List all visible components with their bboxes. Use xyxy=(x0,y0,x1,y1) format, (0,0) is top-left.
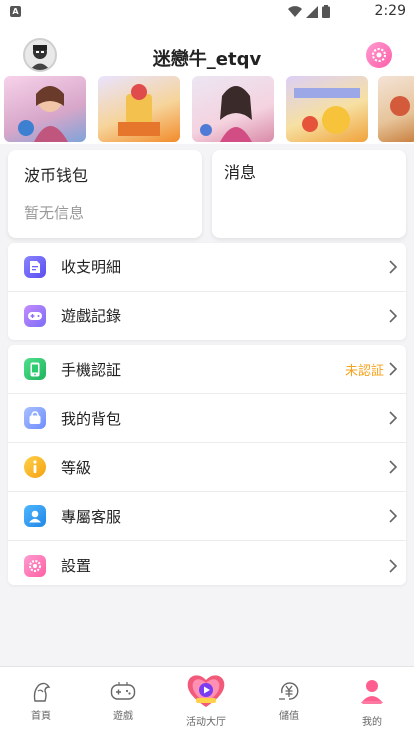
chevron-right-icon xyxy=(389,509,398,523)
username: 迷戀牛_etqv xyxy=(152,49,262,70)
menu-label: 我的背包 xyxy=(61,409,122,428)
messages-title: 消息 xyxy=(224,163,257,182)
status-icons xyxy=(288,5,330,18)
chevron-right-icon xyxy=(389,558,398,573)
profile-icon xyxy=(361,680,383,704)
banner-item[interactable] xyxy=(98,76,180,142)
wallet-subtitle: 暂无信息 xyxy=(24,204,85,222)
menu-label: 手機認証 xyxy=(61,360,122,379)
banner-item[interactable] xyxy=(378,76,414,142)
menu-item-settings[interactable]: 設置 xyxy=(8,541,406,590)
settings-icon xyxy=(24,554,46,577)
status-bar: A 2:29 xyxy=(0,0,414,24)
nav-deposit[interactable]: 儲值 xyxy=(248,667,330,736)
nav-activity-hall[interactable]: 活动大厅 xyxy=(165,667,247,736)
gamepad-icon xyxy=(24,304,46,327)
notification-icon: A xyxy=(10,6,21,17)
info-icon xyxy=(24,456,46,478)
bottom-nav: 首頁 遊戲 活动大厅 儲值 我的 xyxy=(0,666,414,736)
deposit-icon xyxy=(279,682,299,700)
chevron-right-icon xyxy=(389,260,398,274)
menu-label: 設置 xyxy=(61,557,92,575)
menu-item-backpack[interactable]: 我的背包 xyxy=(8,394,406,443)
signal-icon xyxy=(306,5,318,18)
nav-label: 我的 xyxy=(362,717,382,728)
menu-item-level[interactable]: 等級 xyxy=(8,443,406,492)
nav-label: 活动大厅 xyxy=(186,717,226,728)
nav-home[interactable]: 首頁 xyxy=(0,667,82,736)
nav-label: 儲值 xyxy=(279,711,299,722)
nav-label: 遊戲 xyxy=(113,711,133,722)
home-icon xyxy=(33,682,51,702)
menu-label: 專屬客服 xyxy=(61,507,122,526)
menu-label: 收支明細 xyxy=(61,258,122,277)
banner-item[interactable] xyxy=(4,76,86,142)
settings-button[interactable] xyxy=(366,42,392,68)
game-banner-strip[interactable] xyxy=(0,74,414,144)
menu-group-account: 手機認証 未認証 我的背包 等級 專屬客服 設置 xyxy=(8,345,406,585)
user-icon xyxy=(24,505,46,527)
menu-label: 遊戲記錄 xyxy=(61,307,122,326)
messages-card[interactable]: 消息 xyxy=(212,150,406,238)
menu-item-game-records[interactable]: 遊戲記錄 xyxy=(8,292,406,341)
menu-group-records: 收支明細 遊戲記錄 xyxy=(8,243,406,340)
banner-item[interactable] xyxy=(286,76,368,142)
wallet-title: 波币钱包 xyxy=(24,166,89,185)
receipt-icon xyxy=(24,255,46,278)
chevron-right-icon xyxy=(389,460,398,474)
chevron-right-icon xyxy=(389,309,398,323)
status-time: 2:29 xyxy=(374,3,406,19)
menu-item-customer-service[interactable]: 專屬客服 xyxy=(8,492,406,541)
gear-icon xyxy=(372,48,386,62)
menu-item-transactions[interactable]: 收支明細 xyxy=(8,243,406,292)
nav-games[interactable]: 遊戲 xyxy=(82,667,164,736)
activity-hall-icon xyxy=(187,675,225,707)
unverified-badge: 未認証 xyxy=(344,363,384,379)
bag-icon xyxy=(24,407,46,429)
nav-profile[interactable]: 我的 xyxy=(331,667,413,736)
menu-item-phone-verification[interactable]: 手機認証 未認証 xyxy=(8,345,406,394)
banner-item[interactable] xyxy=(192,76,274,142)
phone-icon xyxy=(24,358,46,380)
chevron-right-icon xyxy=(389,362,398,376)
chevron-right-icon xyxy=(389,411,398,425)
wifi-icon xyxy=(288,5,302,17)
game-icon xyxy=(110,682,136,700)
menu-label: 等級 xyxy=(61,458,92,477)
wallet-card[interactable]: 波币钱包 暂无信息 xyxy=(8,150,202,238)
nav-label: 首頁 xyxy=(31,711,51,722)
battery-icon xyxy=(322,5,330,18)
